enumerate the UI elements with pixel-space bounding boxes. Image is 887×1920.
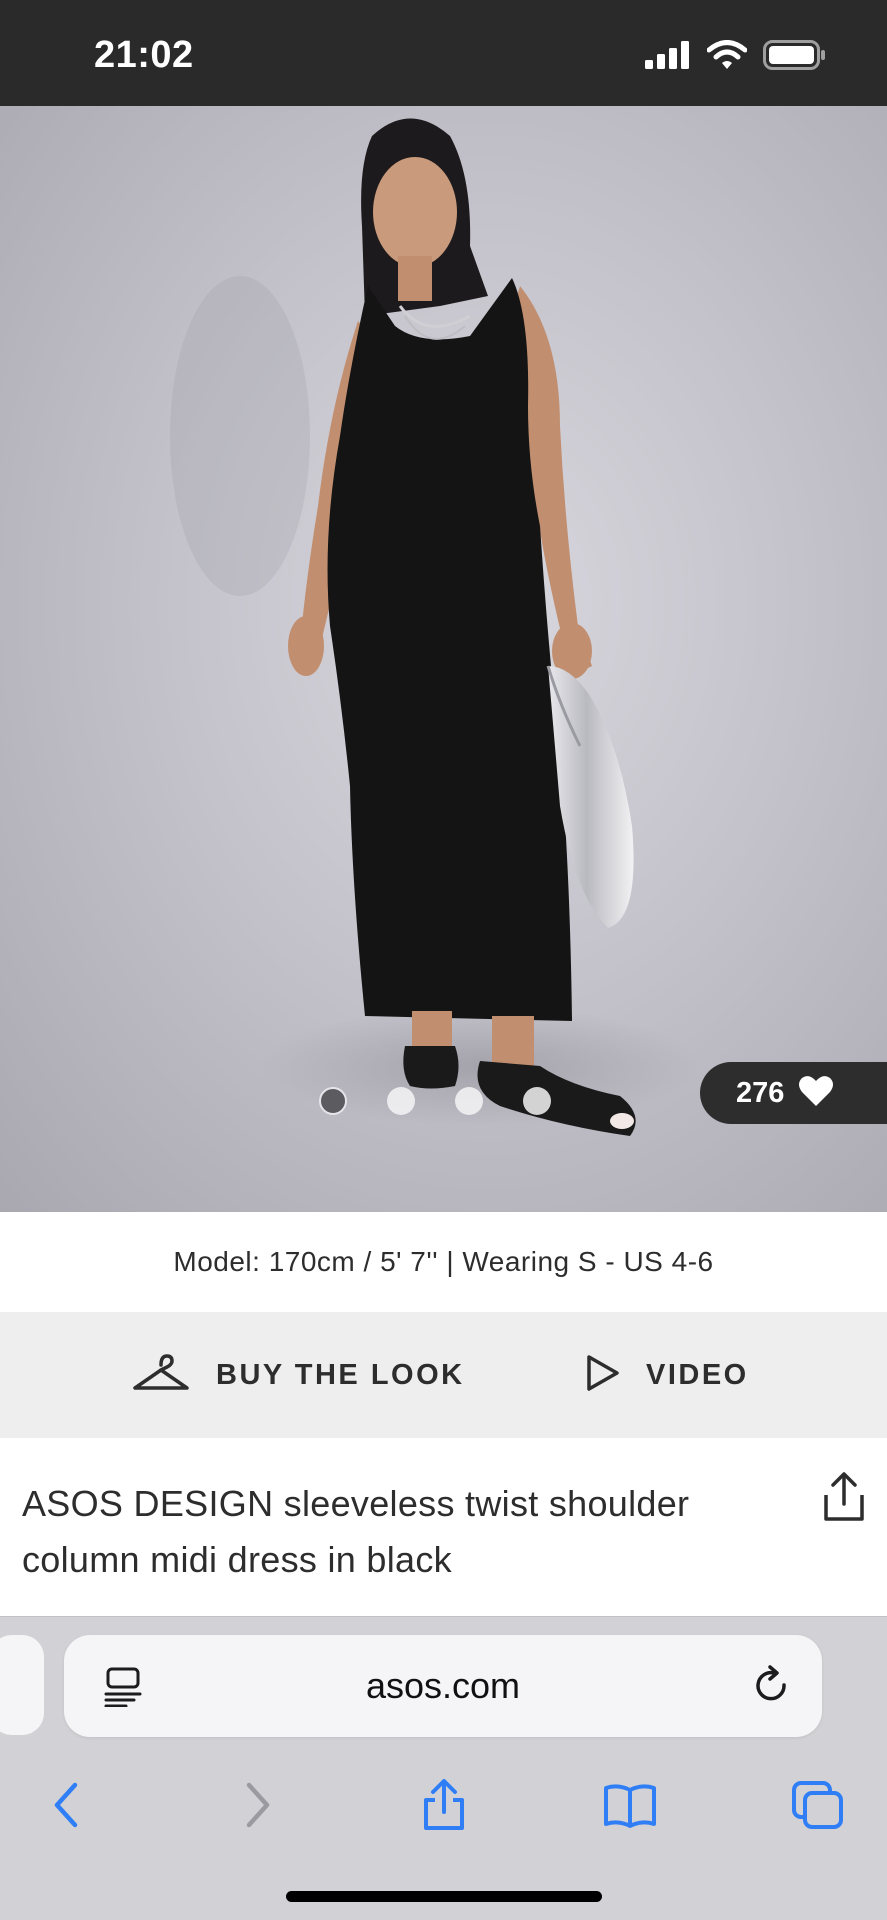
buy-the-look-label: BUY THE LOOK (216, 1358, 465, 1391)
video-label: VIDEO (646, 1358, 749, 1391)
address-bar[interactable]: asos.com (64, 1635, 822, 1737)
bookmarks-button[interactable] (600, 1775, 660, 1835)
previous-tab-preview[interactable] (0, 1635, 44, 1735)
url-text: asos.com (365, 1665, 521, 1706)
heart-icon (798, 1075, 834, 1112)
carousel-dot-1[interactable] (319, 1087, 347, 1115)
model-size-info: Model: 170cm / 5' 7'' | Wearing S - US 4… (0, 1212, 887, 1312)
video-button[interactable]: VIDEO (586, 1312, 749, 1438)
browser-share-button[interactable] (414, 1775, 474, 1835)
back-button[interactable] (36, 1775, 96, 1835)
share-button[interactable] (820, 1471, 868, 1523)
hanger-icon (132, 1352, 190, 1399)
browser-toolbar (0, 1757, 887, 1857)
back-icon (54, 1782, 78, 1828)
browser-chrome: asos.com (0, 1616, 887, 1920)
like-count: 276 (736, 1076, 785, 1109)
status-bar: 21:02 (0, 0, 887, 106)
play-icon (586, 1354, 620, 1397)
wifi-icon (706, 40, 748, 75)
battery-icon (763, 40, 827, 75)
share-icon (424, 1779, 464, 1830)
carousel-dot-4[interactable] (523, 1087, 551, 1115)
save-for-later-button[interactable]: 276 (700, 1062, 887, 1124)
product-header: ASOS DESIGN sleeveless twist shoulder co… (0, 1438, 887, 1616)
carousel-dot-2[interactable] (387, 1087, 415, 1115)
forward-button[interactable] (228, 1775, 288, 1835)
carousel-dots (319, 1087, 551, 1115)
home-indicator[interactable] (286, 1891, 602, 1902)
media-actions-row: BUY THE LOOK VIDEO (0, 1312, 887, 1438)
cellular-signal-icon (645, 41, 691, 74)
bookmarks-icon (604, 1784, 656, 1828)
product-image-carousel[interactable]: 276 (0, 106, 887, 1212)
share-icon (820, 1472, 868, 1527)
product-photo (170, 118, 700, 1136)
carousel-dot-3[interactable] (455, 1087, 483, 1115)
buy-the-look-button[interactable]: BUY THE LOOK (132, 1312, 465, 1438)
reload-icon[interactable] (752, 1665, 792, 1712)
status-time: 21:02 (94, 34, 194, 76)
forward-icon (246, 1782, 270, 1828)
status-icons (645, 40, 827, 75)
tabs-icon (792, 1781, 843, 1829)
product-title: ASOS DESIGN sleeveless twist shoulder co… (22, 1483, 690, 1580)
tabs-button[interactable] (788, 1775, 848, 1835)
